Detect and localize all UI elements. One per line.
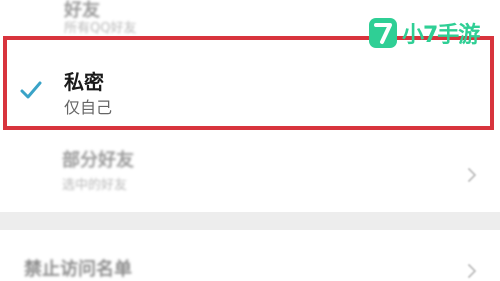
- chevron-right-icon: [468, 264, 476, 278]
- block-list-row[interactable]: 禁止访问名单: [0, 230, 500, 281]
- chevron-right-icon: [468, 168, 476, 182]
- option-title: 部分好友: [62, 150, 134, 171]
- logo-badge: [369, 18, 397, 48]
- block-list-label: 禁止访问名单: [24, 259, 132, 280]
- logo-text: 小7手游: [402, 23, 480, 48]
- seven-logo-icon: [374, 23, 392, 44]
- option-subtitle: 选中的好友: [62, 178, 128, 193]
- highlight-box: [3, 36, 494, 130]
- option-subtitle: 所有QQ好友: [64, 21, 137, 36]
